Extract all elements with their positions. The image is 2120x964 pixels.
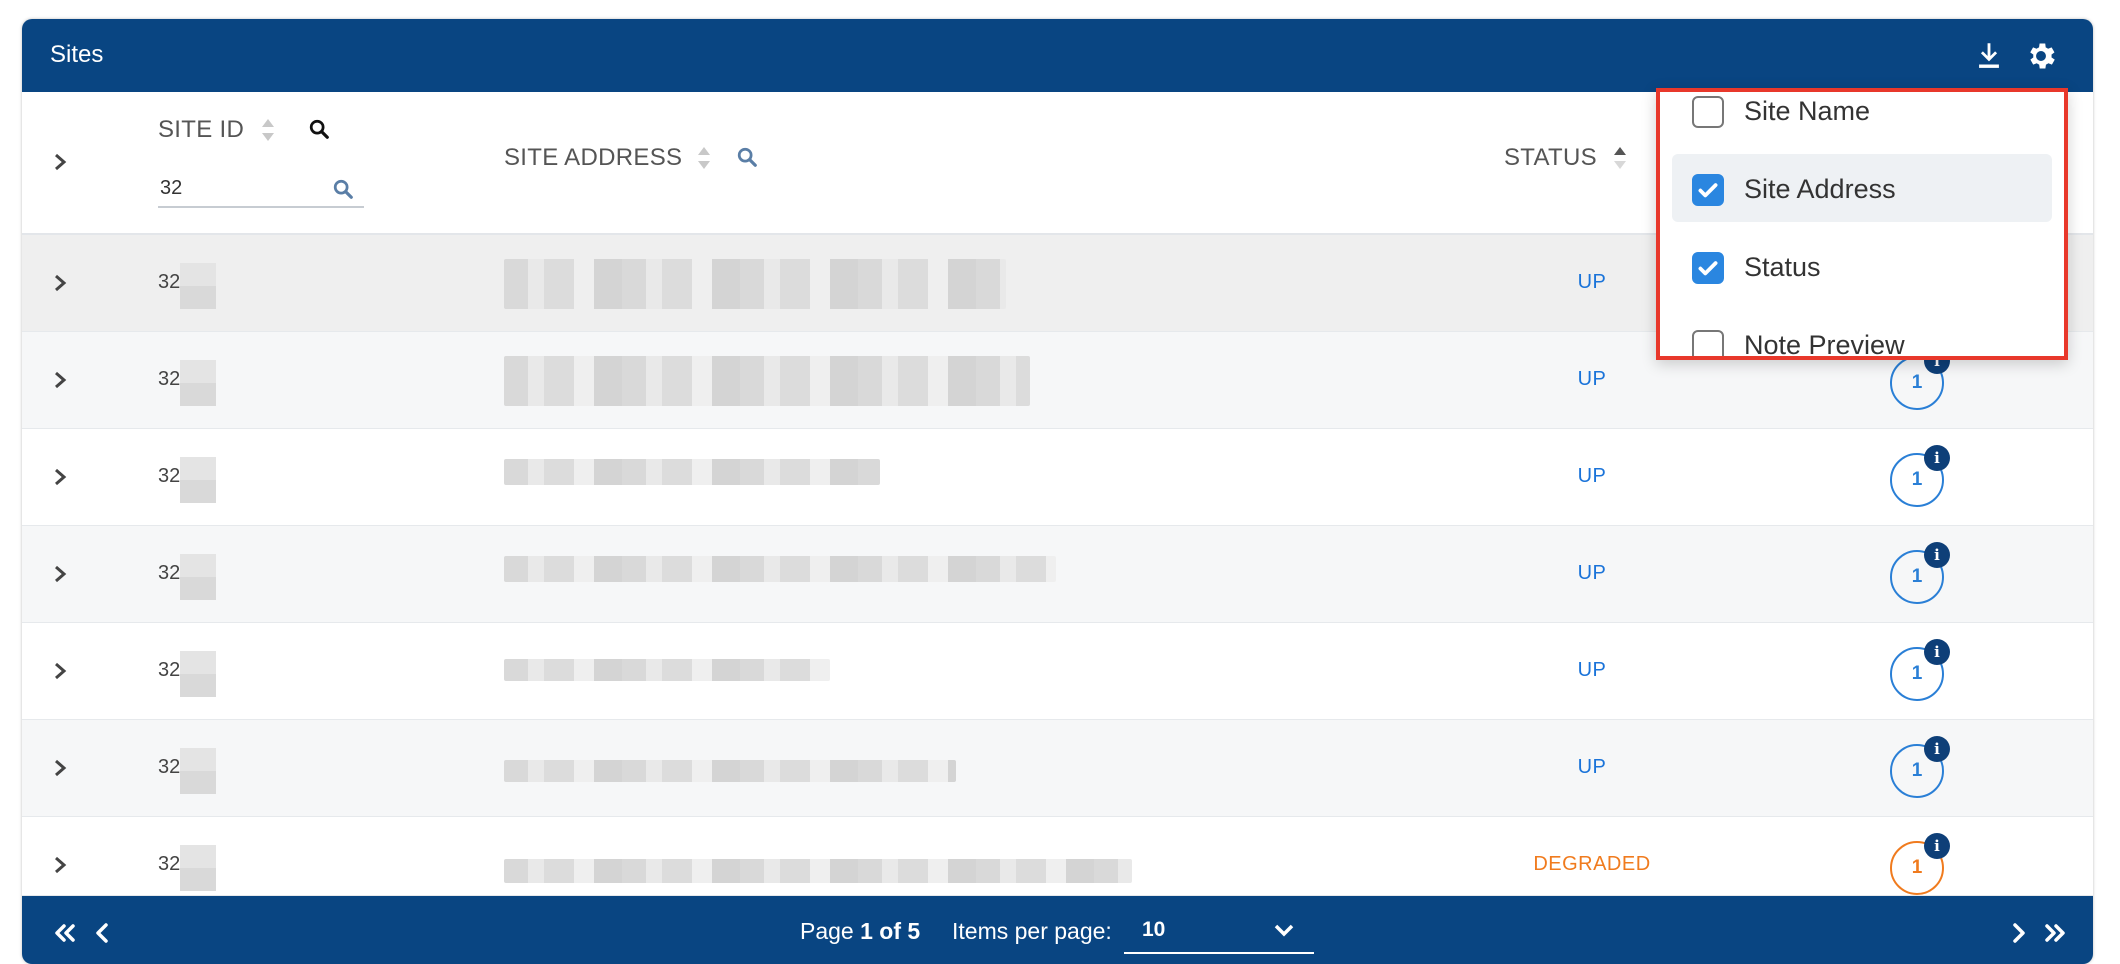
redacted-address <box>504 859 1132 883</box>
search-icon[interactable] <box>308 118 330 140</box>
notes-count: 1 <box>1911 857 1923 878</box>
table-row[interactable]: 32 UP 1 i <box>22 429 2093 526</box>
column-visibility-menu: Site Name Site Address Status Note Previ… <box>1656 88 2068 360</box>
checkbox-checked[interactable] <box>1692 174 1724 206</box>
page-indicator: Page 1 of 5 <box>800 918 920 945</box>
redacted-id <box>180 457 216 503</box>
items-per-page-label: Items per page: <box>952 918 1112 944</box>
site-id-cell: 32 <box>158 853 181 875</box>
column-option-label: Note Preview <box>1744 330 1905 360</box>
table-row[interactable]: 32 UP 1 i <box>22 720 2093 817</box>
status-cell: UP <box>1577 368 1607 390</box>
redacted-id <box>180 651 216 697</box>
sort-icon[interactable] <box>696 144 712 172</box>
site-id-cell: 32 <box>158 659 181 681</box>
table-row[interactable]: 32 UP 1 i <box>22 526 2093 623</box>
column-option-label: Site Address <box>1744 174 1896 204</box>
status-cell: UP <box>1577 756 1607 778</box>
status-cell: UP <box>1577 465 1607 487</box>
sort-icon[interactable] <box>260 116 276 144</box>
prev-page-icon[interactable] <box>88 918 118 948</box>
status-cell: DEGRADED <box>1533 853 1651 875</box>
column-header-site-address[interactable]: SITE ADDRESS <box>504 144 682 172</box>
notes-badge[interactable]: 1 i <box>1890 736 1950 798</box>
expand-row-chevron-icon[interactable] <box>50 370 70 390</box>
expand-row-chevron-icon[interactable] <box>50 661 70 681</box>
table-row[interactable]: 32 UP 1 i <box>22 623 2093 720</box>
column-option-site-address[interactable]: Site Address <box>1672 154 2052 222</box>
notes-count: 1 <box>1911 372 1923 393</box>
column-option-note-preview[interactable]: Note Preview <box>1672 310 2052 360</box>
info-icon: i <box>1924 833 1950 859</box>
info-icon: i <box>1924 542 1950 568</box>
info-icon: i <box>1924 445 1950 471</box>
redacted-id <box>180 554 216 600</box>
status-cell: UP <box>1577 659 1607 681</box>
search-icon[interactable] <box>332 178 354 200</box>
page-word: Page <box>800 918 854 944</box>
items-per-page-select[interactable]: 10 <box>1124 908 1314 954</box>
expand-row-chevron-icon[interactable] <box>50 273 70 293</box>
column-option-site-name[interactable]: Site Name <box>1672 92 2052 144</box>
notes-badge[interactable]: 1 i <box>1890 348 1950 410</box>
panel-title: Sites <box>50 41 104 68</box>
expand-row-chevron-icon[interactable] <box>50 758 70 778</box>
notes-count: 1 <box>1911 566 1923 587</box>
table-row[interactable]: 32 DEGRADED 1 i <box>22 817 2093 896</box>
chevron-down-icon <box>1272 918 1296 942</box>
panel-header: Sites <box>22 19 2093 92</box>
notes-badge[interactable]: 1 i <box>1890 445 1950 507</box>
expand-row-chevron-icon[interactable] <box>50 467 70 487</box>
status-cell: UP <box>1577 562 1607 584</box>
site-id-cell: 32 <box>158 368 181 390</box>
checkbox-unchecked[interactable] <box>1692 96 1724 128</box>
sort-asc-icon[interactable] <box>1612 144 1628 172</box>
info-icon: i <box>1924 736 1950 762</box>
column-header-status[interactable]: STATUS <box>1504 144 1597 172</box>
checkbox-checked[interactable] <box>1692 252 1724 284</box>
next-page-icon[interactable] <box>2004 918 2034 948</box>
redacted-id <box>180 845 216 891</box>
column-option-status[interactable]: Status <box>1672 232 2052 300</box>
redacted-id <box>180 263 216 309</box>
column-option-label: Site Name <box>1744 96 1871 126</box>
expand-row-chevron-icon[interactable] <box>50 564 70 584</box>
site-id-cell: 32 <box>158 756 181 778</box>
download-icon[interactable] <box>1972 39 2006 73</box>
items-per-page-value: 10 <box>1142 918 1166 941</box>
notes-count: 1 <box>1911 469 1923 490</box>
info-icon: i <box>1924 639 1950 665</box>
redacted-address <box>504 259 1006 309</box>
redacted-id <box>180 360 216 406</box>
redacted-address <box>504 556 1056 582</box>
first-page-icon[interactable] <box>50 918 80 948</box>
notes-count: 1 <box>1911 760 1923 781</box>
notes-badge[interactable]: 1 i <box>1890 639 1950 701</box>
column-option-label: Status <box>1744 252 1821 282</box>
page-number: 1 of 5 <box>860 918 921 944</box>
site-id-cell: 32 <box>158 271 181 293</box>
pagination-bar: Page 1 of 5 Items per page: 10 <box>22 896 2093 964</box>
last-page-icon[interactable] <box>2040 918 2070 948</box>
redacted-address <box>504 356 1030 406</box>
redacted-address <box>504 760 956 782</box>
checkbox-unchecked[interactable] <box>1692 330 1724 356</box>
redacted-address <box>504 459 880 485</box>
gear-icon[interactable] <box>2024 39 2058 73</box>
notes-count: 1 <box>1911 663 1923 684</box>
column-header-site-id[interactable]: SITE ID <box>158 116 244 144</box>
site-id-cell: 32 <box>158 562 181 584</box>
expand-all-chevron-icon[interactable] <box>50 152 70 172</box>
expand-row-chevron-icon[interactable] <box>50 855 70 875</box>
search-icon[interactable] <box>736 146 758 168</box>
redacted-id <box>180 748 216 794</box>
notes-badge[interactable]: 1 i <box>1890 833 1950 895</box>
notes-badge[interactable]: 1 i <box>1890 542 1950 604</box>
site-id-cell: 32 <box>158 465 181 487</box>
redacted-address <box>504 659 830 681</box>
